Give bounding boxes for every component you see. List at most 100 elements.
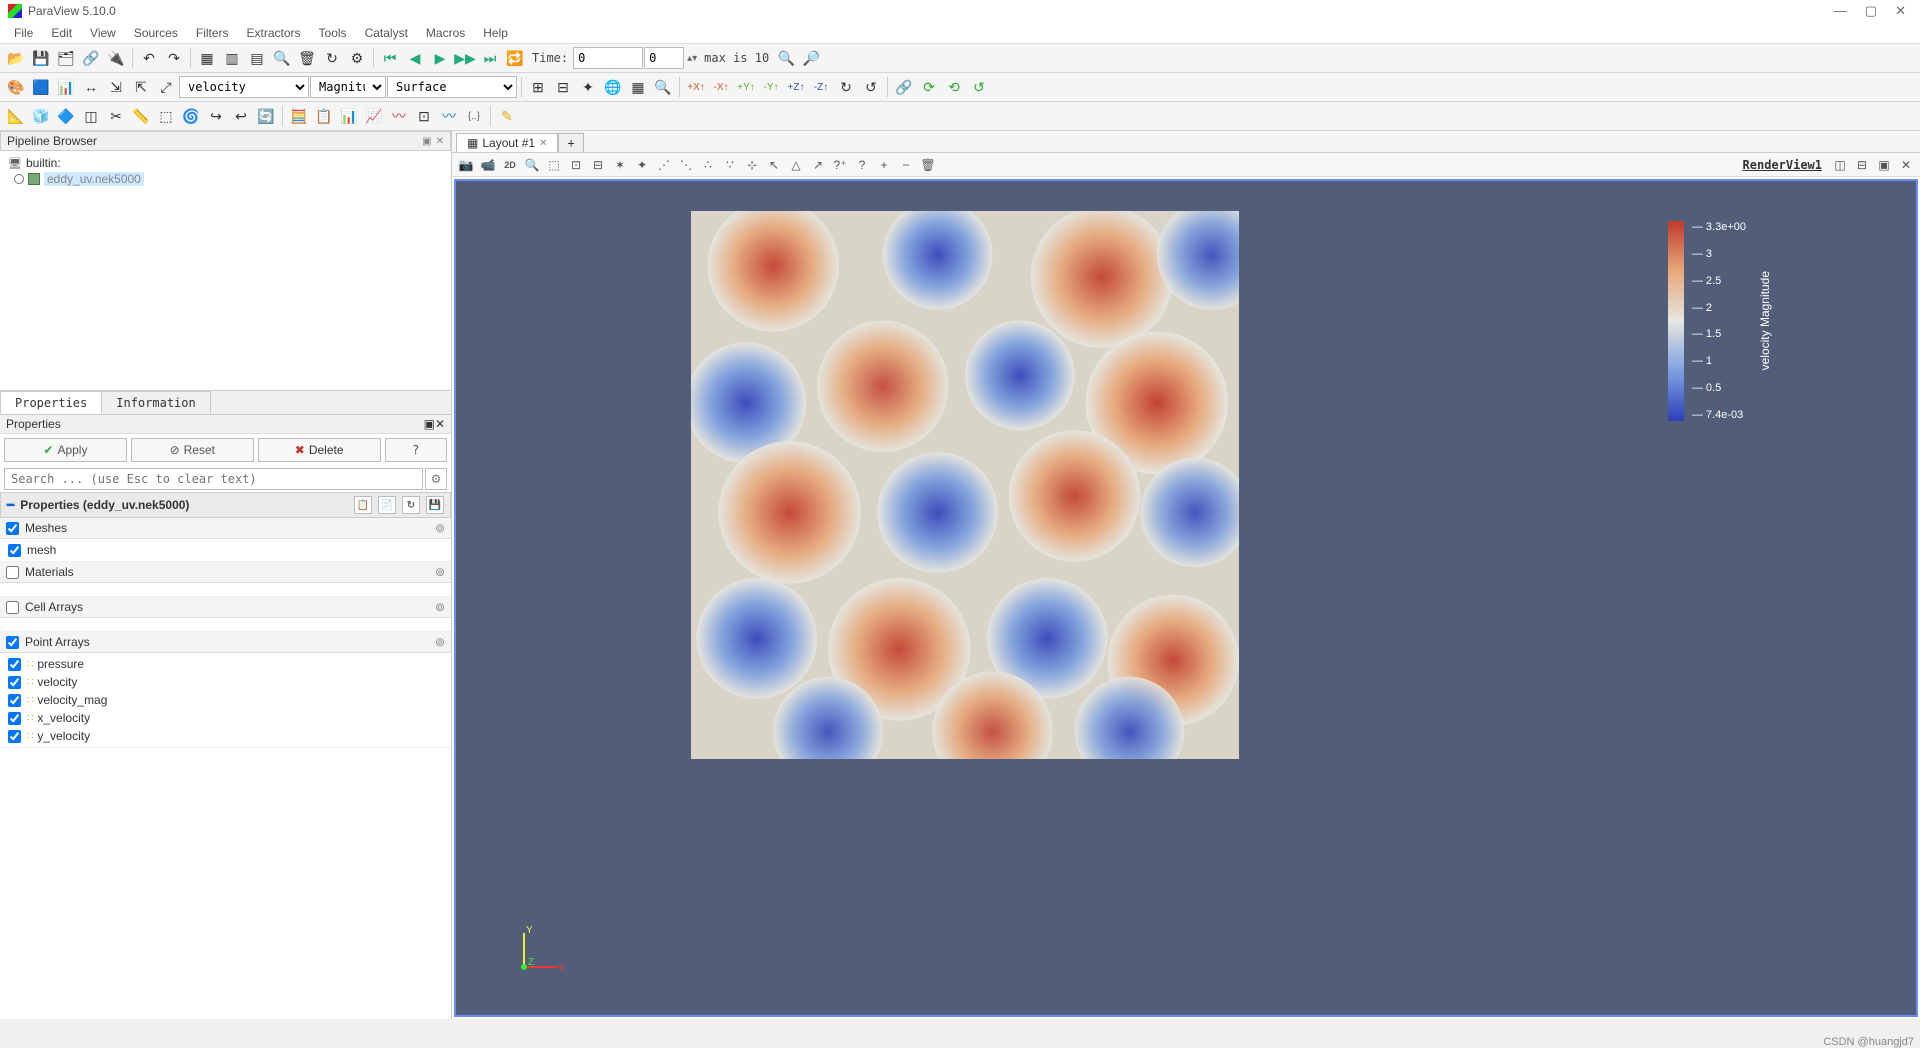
filter-icon[interactable]: 🌀 xyxy=(179,104,203,128)
axis-pz-icon[interactable]: +Z↑ xyxy=(784,75,808,99)
paste-icon[interactable]: 📄 xyxy=(378,496,396,514)
menu-tools[interactable]: Tools xyxy=(311,24,355,42)
cam-icon[interactable]: ▦ xyxy=(626,75,650,99)
save-icon[interactable]: 💾 xyxy=(29,46,53,70)
cell-arrays-checkbox[interactable] xyxy=(6,601,19,614)
tab-properties[interactable]: Properties xyxy=(0,391,102,414)
menu-sources[interactable]: Sources xyxy=(126,24,186,42)
rotate-cw-icon[interactable]: ↻ xyxy=(834,75,858,99)
axis-nx-icon[interactable]: -X↑ xyxy=(709,75,733,99)
cam-icon[interactable]: 🌐 xyxy=(601,75,625,99)
menu-file[interactable]: File xyxy=(6,24,41,42)
menu-edit[interactable]: Edit xyxy=(43,24,80,42)
link-cam-icon[interactable]: 🔗 xyxy=(892,75,916,99)
close-view-icon[interactable]: ✕ xyxy=(1896,155,1916,175)
dock-icon[interactable]: ▣ xyxy=(424,417,435,431)
menu-extractors[interactable]: Extractors xyxy=(239,24,309,42)
filter-icon[interactable]: 🔄 xyxy=(254,104,278,128)
copy-icon[interactable]: 📋 xyxy=(354,496,372,514)
edit-color-icon[interactable]: ↔ xyxy=(79,75,103,99)
group-cell-arrays[interactable]: Cell Arrays ⊚ xyxy=(0,597,451,618)
filter-icon[interactable]: 📈 xyxy=(362,104,386,128)
camera-icon[interactable]: 📹 xyxy=(478,155,498,175)
filter-icon[interactable]: ✂ xyxy=(104,104,128,128)
btn-icon[interactable]: ⚙ xyxy=(345,46,369,70)
cam-icon[interactable]: ✦ xyxy=(576,75,600,99)
close-panel-icon[interactable]: ✕ xyxy=(435,417,445,431)
list-item[interactable]: ∷pressure xyxy=(0,655,451,673)
layout-tab[interactable]: ▦ Layout #1 ✕ xyxy=(456,133,558,152)
close-button[interactable]: ✕ xyxy=(1895,3,1906,19)
select-icon[interactable]: ⊟ xyxy=(588,155,608,175)
save-icon[interactable]: 💾 xyxy=(426,496,444,514)
trash-icon[interactable]: 🗑 xyxy=(918,155,938,175)
select-icon[interactable]: ∴ xyxy=(698,155,718,175)
filter-icon[interactable]: ⬚ xyxy=(154,104,178,128)
save-data-icon[interactable]: 🗂 xyxy=(54,46,78,70)
render-view[interactable]: Y X Z 3.3e+0032.521.510.57.4e-03 velocit… xyxy=(454,179,1918,1017)
group-materials[interactable]: Materials ⊚ xyxy=(0,562,451,583)
info-icon[interactable]: ?⁺ xyxy=(830,155,850,175)
time-value-input[interactable] xyxy=(573,47,643,69)
redo-icon[interactable]: ↷ xyxy=(162,46,186,70)
filter-icon[interactable]: 📊 xyxy=(337,104,361,128)
btn-icon[interactable]: ▥ xyxy=(220,46,244,70)
point-arrays-checkbox[interactable] xyxy=(6,636,19,649)
screenshot-icon[interactable]: 📷 xyxy=(456,155,476,175)
filter-icon[interactable]: 〰 xyxy=(387,104,411,128)
apply-button[interactable]: ✔Apply xyxy=(4,438,127,462)
minus-icon[interactable]: − xyxy=(896,155,916,175)
rescale-icon[interactable]: ⇲ xyxy=(104,75,128,99)
cam-icon[interactable]: ⊞ xyxy=(526,75,550,99)
2d-toggle[interactable]: 2D xyxy=(500,155,520,175)
menu-macros[interactable]: Macros xyxy=(418,24,473,42)
filter-icon[interactable]: 📋 xyxy=(312,104,336,128)
reset-button[interactable]: ⊘Reset xyxy=(131,438,254,462)
visibility-icon[interactable] xyxy=(14,174,24,184)
properties-section-header[interactable]: ━ Properties (eddy_uv.nek5000) 📋 📄 ↻ 💾 xyxy=(0,492,451,518)
vcr-play-icon[interactable]: ▶ xyxy=(428,46,452,70)
scalar-bar-icon[interactable]: 📊 xyxy=(54,75,78,99)
reset-cam-icon[interactable]: ⟳ xyxy=(917,75,941,99)
undo-icon[interactable]: ↶ xyxy=(137,46,161,70)
pipeline-source-row[interactable]: eddy_uv.nek5000 xyxy=(8,171,443,187)
filter-icon[interactable]: 🔷 xyxy=(54,104,78,128)
btn-icon[interactable]: ↻ xyxy=(320,46,344,70)
maximize-button[interactable]: ▢ xyxy=(1865,3,1877,19)
restore-icon[interactable]: ⊚ xyxy=(435,565,445,579)
maximize-view-icon[interactable]: ▣ xyxy=(1874,155,1894,175)
vcr-first-icon[interactable]: ⏮ xyxy=(378,46,402,70)
zoom-icon[interactable]: 🔍 xyxy=(522,155,542,175)
split-v-icon[interactable]: ⊟ xyxy=(1852,155,1872,175)
pipeline-browser[interactable]: 🖥 builtin: eddy_uv.nek5000 xyxy=(0,151,451,391)
add-layout-button[interactable]: + xyxy=(558,133,583,152)
minimize-button[interactable]: — xyxy=(1834,3,1847,19)
pointer-icon[interactable]: △ xyxy=(786,155,806,175)
axis-ny-icon[interactable]: -Y↑ xyxy=(759,75,783,99)
help-button[interactable]: ? xyxy=(385,438,447,462)
close-panel-icon[interactable]: ✕ xyxy=(436,136,444,147)
zoom-icon[interactable]: 🔎 xyxy=(799,46,823,70)
btn-icon[interactable]: ▤ xyxy=(245,46,269,70)
restore-icon[interactable]: ⊚ xyxy=(435,521,445,535)
list-item[interactable]: ∷velocity xyxy=(0,673,451,691)
color-icon[interactable]: 🎨 xyxy=(4,75,28,99)
filter-icon[interactable]: ⊡ xyxy=(412,104,436,128)
menu-help[interactable]: Help xyxy=(475,24,516,42)
btn-icon[interactable]: ▦ xyxy=(195,46,219,70)
component-select[interactable]: Magnitud xyxy=(310,76,386,98)
menu-catalyst[interactable]: Catalyst xyxy=(357,24,416,42)
split-h-icon[interactable]: ◫ xyxy=(1830,155,1850,175)
filter-icon[interactable]: 📐 xyxy=(4,104,28,128)
cam-icon[interactable]: ⊟ xyxy=(551,75,575,99)
select-icon[interactable]: ⊹ xyxy=(742,155,762,175)
filter-icon[interactable]: 📏 xyxy=(129,104,153,128)
list-item[interactable]: ∷velocity_mag xyxy=(0,691,451,709)
pipeline-server-row[interactable]: 🖥 builtin: xyxy=(8,155,443,171)
group-point-arrays[interactable]: Point Arrays ⊚ xyxy=(0,632,451,653)
zoom-icon[interactable]: 🔍 xyxy=(774,46,798,70)
filter-icon[interactable]: ↪ xyxy=(204,104,228,128)
select-icon[interactable]: ⊡ xyxy=(566,155,586,175)
pencil-icon[interactable]: ✎ xyxy=(495,104,519,128)
filter-icon[interactable]: 🧮 xyxy=(287,104,311,128)
